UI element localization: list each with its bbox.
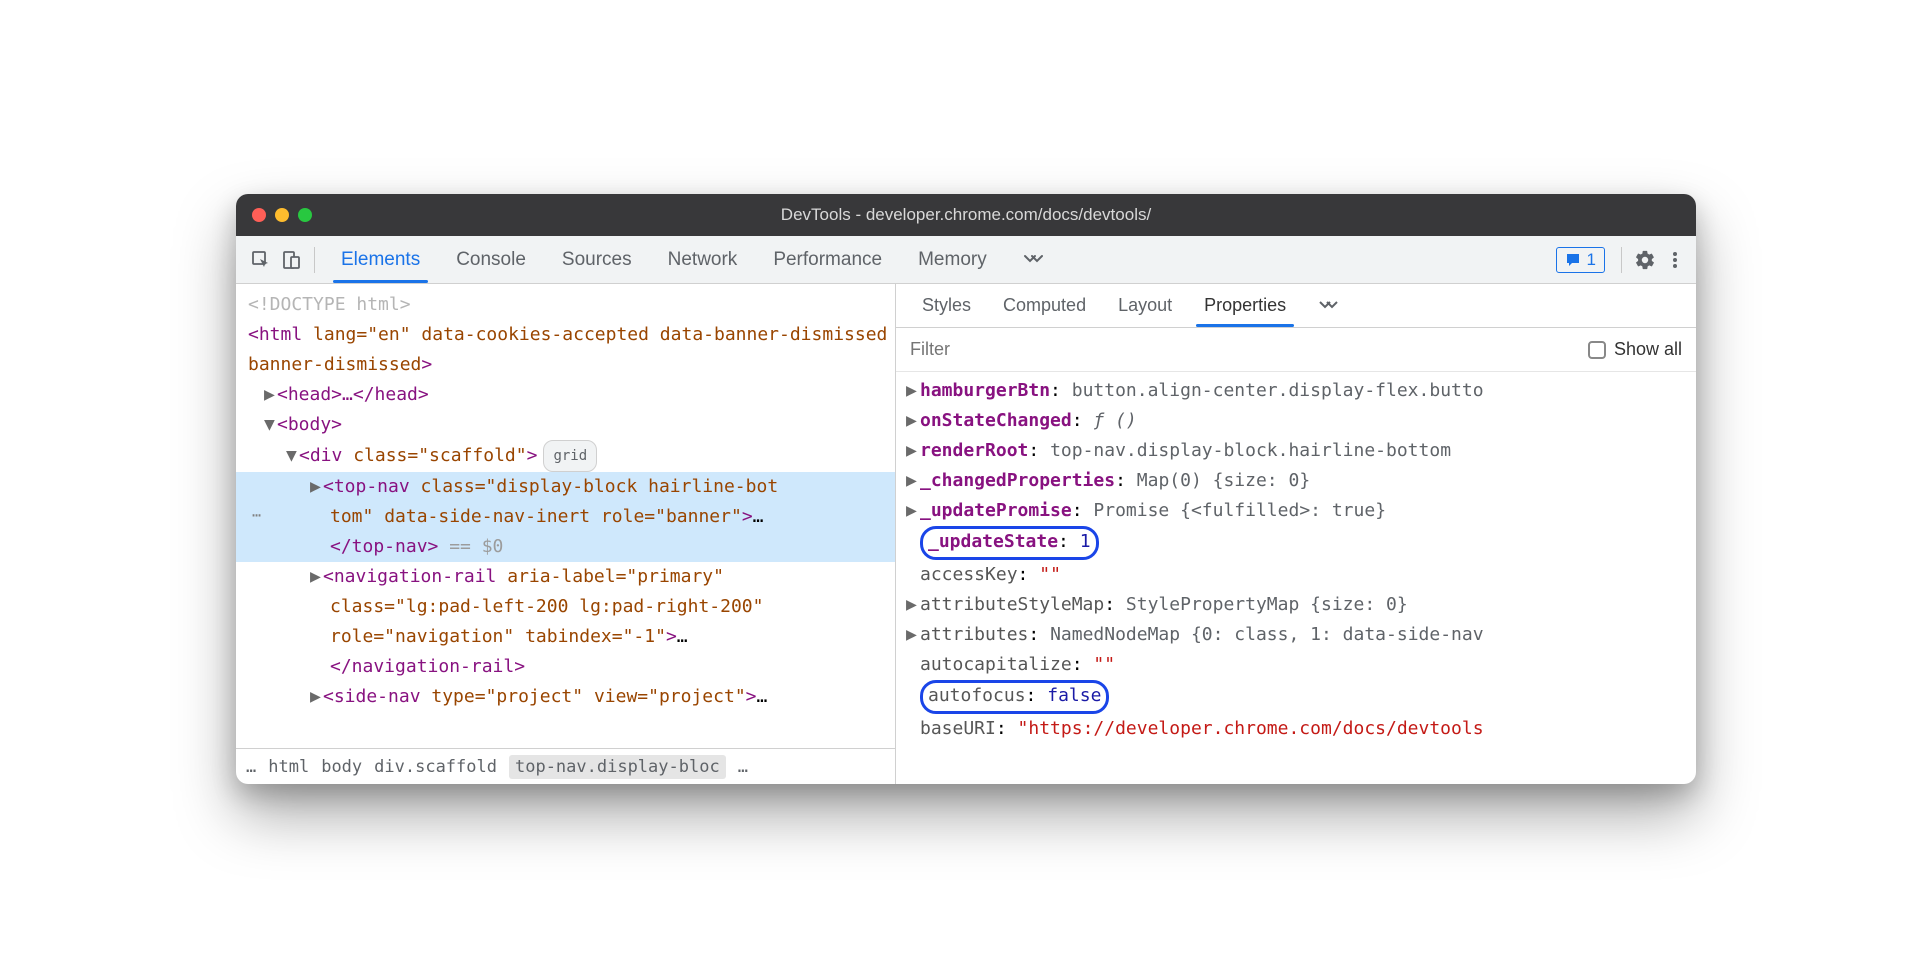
side-tabs: Styles Computed Layout Properties xyxy=(896,284,1696,328)
tab-styles[interactable]: Styles xyxy=(906,284,987,327)
filter-input[interactable] xyxy=(910,339,1580,360)
titlebar: DevTools - developer.chrome.com/docs/dev… xyxy=(236,194,1696,236)
expand-icon[interactable]: ▶ xyxy=(310,472,320,502)
sidebar-panel: Styles Computed Layout Properties Show a… xyxy=(896,284,1696,784)
breadcrumb[interactable]: … html body div.scaffold top-nav.display… xyxy=(236,748,895,784)
main-tabs: Elements Console Sources Network Perform… xyxy=(323,236,1061,283)
tab-performance[interactable]: Performance xyxy=(755,236,900,283)
tab-sources[interactable]: Sources xyxy=(544,236,650,283)
tab-console[interactable]: Console xyxy=(438,236,544,283)
tab-memory[interactable]: Memory xyxy=(900,236,1005,283)
side-tabs-overflow-icon[interactable] xyxy=(1302,284,1354,327)
crumb-body[interactable]: body xyxy=(321,757,362,777)
html-tag: <html xyxy=(248,324,302,345)
device-toggle-icon[interactable] xyxy=(276,245,306,275)
filter-bar: Show all xyxy=(896,328,1696,372)
crumb-topnav[interactable]: top-nav.display-bloc xyxy=(509,755,726,779)
breadcrumb-next[interactable]: … xyxy=(738,757,748,777)
crumb-div[interactable]: div.scaffold xyxy=(374,757,497,777)
breadcrumb-prev[interactable]: … xyxy=(246,757,256,777)
tab-computed[interactable]: Computed xyxy=(987,284,1102,327)
selected-marker-icon: ⋯ xyxy=(252,500,263,530)
selected-node[interactable]: ▶<top-nav class="display-block hairline-… xyxy=(236,472,895,502)
body-node[interactable]: <body> xyxy=(277,414,342,435)
head-node[interactable]: <head>…</head> xyxy=(277,384,429,405)
separator xyxy=(314,247,315,273)
collapse-icon[interactable]: ▼ xyxy=(264,410,274,440)
dom-tree[interactable]: <!DOCTYPE html> <html lang="en" data-coo… xyxy=(236,284,895,748)
crumb-html[interactable]: html xyxy=(268,757,309,777)
tab-layout[interactable]: Layout xyxy=(1102,284,1188,327)
properties-list[interactable]: ▶hamburgerBtn: button.align-center.displ… xyxy=(896,372,1696,784)
expand-icon[interactable]: ▶ xyxy=(310,682,320,712)
devtools-window: DevTools - developer.chrome.com/docs/dev… xyxy=(236,194,1696,784)
expand-icon[interactable]: ▶ xyxy=(264,380,274,410)
highlight-autofocus: autofocus: false xyxy=(920,680,1109,714)
tab-properties[interactable]: Properties xyxy=(1188,284,1302,327)
tabs-overflow-icon[interactable] xyxy=(1005,236,1061,283)
collapse-icon[interactable]: ▼ xyxy=(286,441,296,471)
more-icon[interactable] xyxy=(1660,245,1690,275)
elements-panel: <!DOCTYPE html> <html lang="en" data-coo… xyxy=(236,284,896,784)
window-controls xyxy=(252,208,312,222)
main-toolbar: Elements Console Sources Network Perform… xyxy=(236,236,1696,284)
close-window-button[interactable] xyxy=(252,208,266,222)
content-area: <!DOCTYPE html> <html lang="en" data-coo… xyxy=(236,284,1696,784)
show-all-label: Show all xyxy=(1614,339,1682,360)
show-all-checkbox[interactable] xyxy=(1588,341,1606,359)
tab-elements[interactable]: Elements xyxy=(323,236,438,283)
window-title: DevTools - developer.chrome.com/docs/dev… xyxy=(781,205,1151,225)
doctype: <!DOCTYPE html> xyxy=(248,294,411,315)
separator xyxy=(1621,247,1622,273)
issues-badge[interactable]: 1 xyxy=(1556,247,1605,273)
console-ref: == $0 xyxy=(438,536,503,557)
layout-badge-grid[interactable]: grid xyxy=(543,440,597,472)
settings-icon[interactable] xyxy=(1630,245,1660,275)
highlight-updatestate: _updateState: 1 xyxy=(920,526,1099,560)
inspect-icon[interactable] xyxy=(246,245,276,275)
minimize-window-button[interactable] xyxy=(275,208,289,222)
expand-icon[interactable]: ▶ xyxy=(310,562,320,592)
tab-network[interactable]: Network xyxy=(650,236,756,283)
issues-count: 1 xyxy=(1587,250,1596,270)
maximize-window-button[interactable] xyxy=(298,208,312,222)
